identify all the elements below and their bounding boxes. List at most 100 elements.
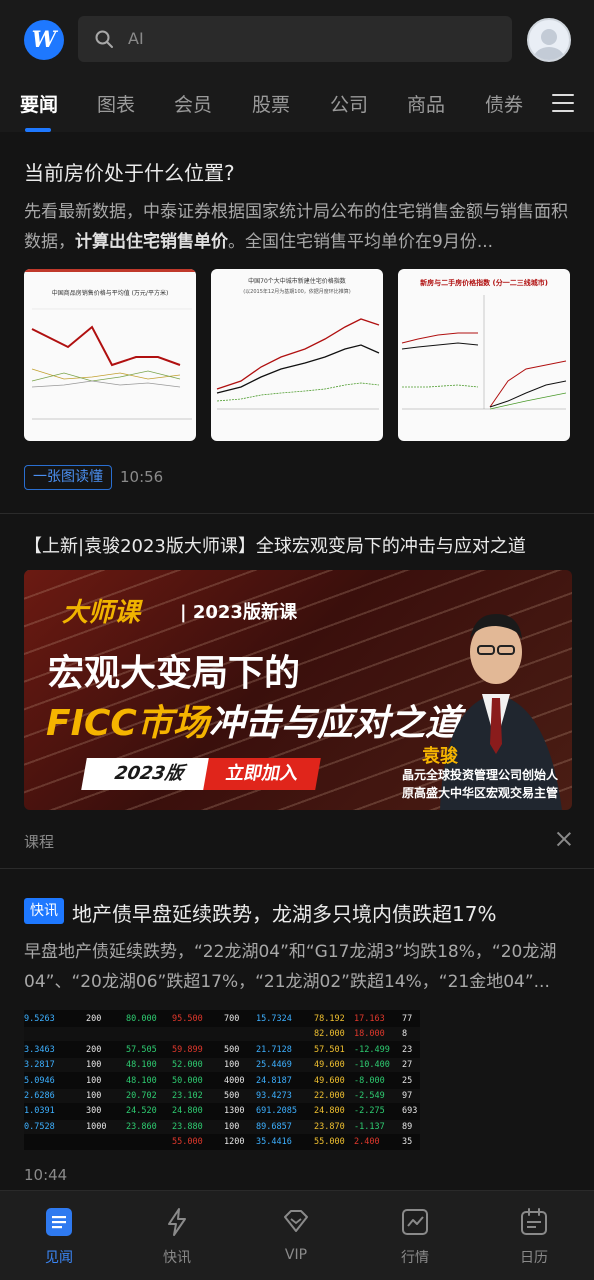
presenter-caption: 原高盛大中华区宏观交易主管 [402,786,559,800]
table-cell: 48.100 [126,1075,157,1086]
table-cell: 25.4469 [256,1060,292,1071]
chart-icon [402,1209,428,1235]
table-cell: 15.7324 [256,1014,292,1024]
join-button[interactable]: 立即加入 [203,758,321,790]
table-cell: 23.102 [172,1091,203,1101]
tab-stocks[interactable]: 股票 [252,90,290,117]
banner-year-badge: 2023版 [81,758,217,790]
table-row: 3.3463 200 57.505 59.899 500 21.7128 57.501 -12… [24,1043,420,1057]
table-cell: 35.4416 [256,1137,292,1148]
table-cell: -10.400 [354,1060,390,1071]
table-cell: 23.860 [126,1121,157,1132]
table-cell: 5.0946 [24,1075,55,1086]
user-icon [534,29,564,60]
bond-quote-table-image[interactable]: 9.5263 200 80.000 95.500 700 15.7324 78.192 17.… [24,1010,420,1150]
table-cell: 8 [402,1029,408,1040]
table-row: 2.6286 100 20.702 23.102 500 93.4273 22.000 -2.… [24,1089,420,1103]
article-summary[interactable]: 先看最新数据，中泰证券根据国家统计局公布的住宅销售金额与销售面积数据，计算出住宅… [24,197,572,257]
table-cell: 49.600 [314,1060,345,1071]
course-title[interactable]: 【上新|袁骏2023版大师课】全球宏观变局下的冲击与应对之道 [24,532,526,558]
top-header: W AI 要闻 图表 会员 股票 公司 商品 债券 [0,0,594,132]
ad-label: 课程 [24,833,55,851]
table-cell: -2.275 [354,1106,385,1117]
presenter-caption: 晶元全球投资管理公司创始人 [402,768,559,782]
menu-icon[interactable] [552,94,574,114]
table-row: 9.5263 200 80.000 95.500 700 15.7324 78.192 17.… [24,1012,420,1026]
table-cell: 24.520 [126,1106,157,1117]
nav-jianwen[interactable]: 见闻 [0,1191,118,1280]
tab-companies[interactable]: 公司 [330,90,368,117]
flash-title[interactable]: 地产债早盘延续跌势，龙湖多只境内债跌超17% [72,898,496,927]
table-cell: 4000 [224,1075,245,1086]
table-cell: 200 [86,1014,102,1024]
channel-tabs: 要闻 图表 会员 股票 公司 商品 债券 [0,82,594,132]
table-cell: 25 [402,1075,413,1086]
tab-charts[interactable]: 图表 [97,90,135,117]
table-cell: 700 [224,1014,240,1024]
nav-hangqing[interactable]: 行情 [356,1191,474,1280]
tab-member[interactable]: 会员 [174,90,212,117]
nav-vip[interactable]: VIP [237,1191,355,1280]
nav-rili[interactable]: 日历 [475,1191,593,1280]
divider [0,513,594,514]
news-icon [46,1208,72,1236]
table-cell: 55.000 [314,1137,345,1148]
table-cell: 24.8187 [256,1075,292,1086]
article-time: 10:56 [120,468,164,486]
table-row: 1.0391 300 24.520 24.800 1300 691.2085 24.800-… [24,1104,420,1118]
table-cell: 21.7128 [256,1044,292,1055]
table-cell: 500 [224,1091,240,1101]
table-cell: 100 [224,1121,240,1132]
flash-summary[interactable]: 早盘地产债延续跌势，“22龙湖04”和“G17龙湖3”均跌18%，“20龙湖04… [24,937,572,997]
table-cell: 50.000 [172,1075,203,1086]
table-cell: 27 [402,1060,413,1071]
nav-label: 行情 [401,1250,429,1266]
table-cell: 100 [86,1091,102,1101]
table-cell: 23.870 [314,1121,345,1132]
table-cell: 89 [402,1121,413,1132]
table-row: 0.7528 1000 23.860 23.880 100 89.6857 23.870 -1… [24,1119,420,1134]
line-chart-thumbnail: 中国70个大中城市新建住宅价格指数 (以2015年12月为基期100，依据月度环… [216,277,380,410]
table-cell: 78.192 [314,1014,345,1024]
table-cell: 23.880 [172,1121,203,1132]
bottom-nav: 见闻 快讯 VIP 行情 日历 [0,1190,594,1280]
article-thumbnail[interactable]: 新房与二手房价格指数 (分一二三线城市) [398,269,570,441]
svg-text:中国商品房销售价格与平均值 (万元/平方米): 中国商品房销售价格与平均值 (万元/平方米) [52,289,169,297]
table-cell: 80.000 [126,1014,157,1024]
table-cell: 1000 [86,1121,107,1132]
table-cell: 3.2817 [24,1060,55,1071]
nav-label: VIP [284,1247,308,1263]
table-cell: 95.500 [172,1014,203,1024]
tab-bonds[interactable]: 债券 [485,90,523,117]
table-cell: 691.2085 [256,1106,297,1117]
search-bar[interactable]: AI [78,16,512,62]
article-thumbnail[interactable]: 中国商品房销售价格与平均值 (万元/平方米) [24,269,196,441]
table-cell: 20.702 [126,1091,157,1101]
flash-badge: 快讯 [24,898,64,924]
app-logo[interactable]: W [24,20,64,60]
table-cell: -2.549 [354,1091,385,1101]
table-cell: 57.505 [126,1044,157,1055]
course-banner[interactable]: 大师课 | 2023版新课 宏观大变局下的 FICC市场冲击与应对之道 2023… [24,570,572,810]
table-cell: 9.5263 [24,1014,55,1024]
table-cell: 49.600 [314,1075,345,1086]
nav-kuaixun[interactable]: 快讯 [118,1191,236,1280]
table-cell: 82.000 [314,1029,345,1040]
table-row: 55.000 1200 35.4416 55.000 2.400 35 [24,1135,420,1149]
table-cell: 59.899 [172,1044,203,1055]
table-cell: 48.100 [126,1060,157,1071]
table-cell: 18.000 [354,1029,385,1040]
table-cell: 23 [402,1044,413,1055]
table-cell: 1200 [224,1137,245,1148]
article-tag[interactable]: 一张图读懂 [24,465,112,490]
table-cell: -8.000 [354,1075,385,1086]
tab-commodities[interactable]: 商品 [407,90,445,117]
close-icon[interactable] [556,831,572,847]
avatar[interactable] [527,18,571,62]
article-title[interactable]: 当前房价处于什么位置? [24,157,235,186]
line-chart-thumbnail: 新房与二手房价格指数 (分一二三线城市) [401,278,567,410]
tab-yaowen[interactable]: 要闻 [20,90,58,117]
article-thumbnail[interactable]: 中国70个大中城市新建住宅价格指数 (以2015年12月为基期100，依据月度环… [211,269,383,441]
banner-series-tag: | 2023版新课 [180,602,297,623]
table-cell: 52.000 [172,1060,203,1071]
